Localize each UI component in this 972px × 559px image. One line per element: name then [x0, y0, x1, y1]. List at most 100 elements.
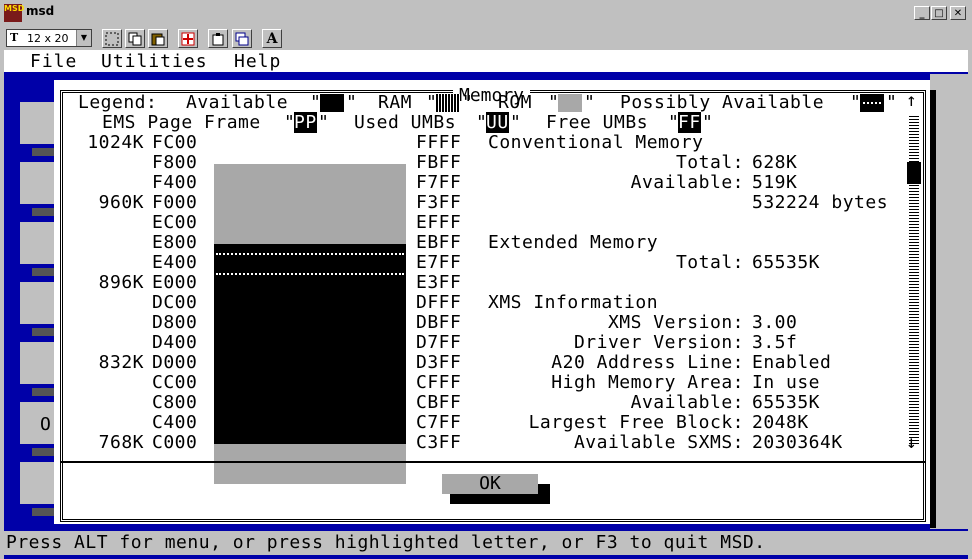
info-value: Enabled: [752, 352, 832, 373]
info-label: A20 Address Line:: [551, 352, 744, 373]
toolbar: T 12 x 20 ▼ A: [0, 26, 972, 50]
info-label: XMS Version:: [607, 312, 744, 333]
row-end-address: EBFF: [416, 232, 462, 253]
menu-bar: File Utilities Help: [4, 50, 968, 72]
font-icon: A: [266, 30, 278, 47]
ok-button[interactable]: OK: [442, 474, 538, 494]
row-start-address: E800: [152, 232, 198, 253]
legend-rom: ROM: [498, 92, 533, 113]
row-start-address: CC00: [152, 372, 198, 393]
menu-help[interactable]: Help: [234, 51, 281, 72]
row-end-address: C3FF: [416, 432, 462, 453]
legend-available-swatch: [320, 94, 344, 112]
row-start-address: DC00: [152, 292, 198, 313]
row-end-address: EFFF: [416, 212, 462, 233]
row-end-address: DFFF: [416, 292, 462, 313]
window-title: msd: [26, 4, 55, 18]
row-kb-label: 768K: [98, 432, 144, 453]
status-bar: Press ALT for menu, or press highlighted…: [4, 531, 968, 555]
info-value: 3.00: [752, 312, 798, 333]
info-value: 628K: [752, 152, 798, 173]
row-start-address: E400: [152, 252, 198, 273]
font-size-select[interactable]: T 12 x 20 ▼: [6, 29, 92, 47]
row-start-address: FC00: [152, 132, 198, 153]
maximize-button[interactable]: □: [931, 6, 947, 20]
legend-pp-swatch: PP: [294, 112, 317, 133]
copy-icon: [128, 32, 142, 45]
info-heading: Conventional Memory: [488, 132, 704, 153]
minimize-button[interactable]: _: [914, 6, 930, 20]
row-end-address: DBFF: [416, 312, 462, 333]
font-size-value: 12 x 20: [27, 32, 69, 45]
row-kb-label: 960K: [98, 192, 144, 213]
scrollbar-thumb[interactable]: [907, 162, 921, 184]
background-button-letter: O: [40, 414, 52, 435]
row-end-address: C7FF: [416, 412, 462, 433]
mark-icon: [105, 32, 119, 45]
dialog-separator: [60, 461, 926, 463]
legend-ems-page-frame: EMS Page Frame: [102, 112, 261, 133]
close-button[interactable]: ✕: [950, 6, 966, 20]
row-end-address: E7FF: [416, 252, 462, 273]
info-heading: Extended Memory: [488, 232, 659, 253]
info-value: 65535K: [752, 392, 821, 413]
row-start-address: F000: [152, 192, 198, 213]
legend-possibly-available: Possibly Available: [620, 92, 825, 113]
row-start-address: E000: [152, 272, 198, 293]
info-label: Available SXMS:: [573, 432, 744, 453]
fullscreen-button[interactable]: [178, 29, 198, 48]
row-start-address: D800: [152, 312, 198, 333]
row-end-address: F3FF: [416, 192, 462, 213]
scroll-down-arrow[interactable]: ↓: [906, 432, 917, 453]
paste-button[interactable]: [148, 29, 168, 48]
info-label: Largest Free Block:: [528, 412, 744, 433]
legend-uu-swatch: UU: [486, 112, 509, 133]
info-value: 2030364K: [752, 432, 843, 453]
chevron-down-icon[interactable]: ▼: [76, 30, 91, 46]
font-button[interactable]: A: [262, 29, 282, 48]
mark-button[interactable]: [102, 29, 122, 48]
title-bar: MSD msd _ □ ✕: [0, 0, 972, 26]
legend-free-umbs: Free UMBs: [546, 112, 649, 133]
row-kb-label: 896K: [98, 272, 144, 293]
info-value: In use: [752, 372, 821, 393]
row-start-address: C400: [152, 412, 198, 433]
dos-screen: File Utilities Help O Memory Legend: Ava…: [4, 50, 968, 559]
menu-file[interactable]: File: [30, 51, 77, 72]
info-label: Total:: [675, 152, 744, 173]
info-label: Total:: [675, 252, 744, 273]
row-start-address: EC00: [152, 212, 198, 233]
info-heading: XMS Information: [488, 292, 659, 313]
legend-available: Available: [186, 92, 289, 113]
legend-label: Legend:: [78, 92, 158, 113]
info-value: 519K: [752, 172, 798, 193]
row-kb-label: 1024K: [87, 132, 144, 153]
info-value: 65535K: [752, 252, 821, 273]
legend-rom-swatch: [558, 94, 582, 112]
menu-utilities[interactable]: Utilities: [101, 51, 208, 72]
possibly-available-dots: [216, 253, 404, 257]
row-end-address: CBFF: [416, 392, 462, 413]
scroll-up-arrow[interactable]: ↑: [906, 90, 917, 111]
row-end-address: D3FF: [416, 352, 462, 373]
info-value: 532224 bytes: [752, 192, 889, 213]
fullscreen-icon: [181, 32, 195, 45]
background-icon: [235, 32, 249, 45]
info-label: Driver Version:: [573, 332, 744, 353]
legend-possibly-swatch: [860, 94, 884, 112]
legend-ram-swatch: [436, 94, 460, 112]
row-end-address: D7FF: [416, 332, 462, 353]
row-start-address: C800: [152, 392, 198, 413]
status-text: Press ALT for menu, or press highlighted…: [6, 532, 766, 553]
row-start-address: D400: [152, 332, 198, 353]
copy-button[interactable]: [125, 29, 145, 48]
row-end-address: FBFF: [416, 152, 462, 173]
info-value: 3.5f: [752, 332, 798, 353]
row-kb-label: 832K: [98, 352, 144, 373]
background-button[interactable]: [232, 29, 252, 48]
row-end-address: F7FF: [416, 172, 462, 193]
row-end-address: CFFF: [416, 372, 462, 393]
row-end-address: E3FF: [416, 272, 462, 293]
paste-icon: [151, 33, 165, 45]
properties-button[interactable]: [208, 29, 228, 48]
